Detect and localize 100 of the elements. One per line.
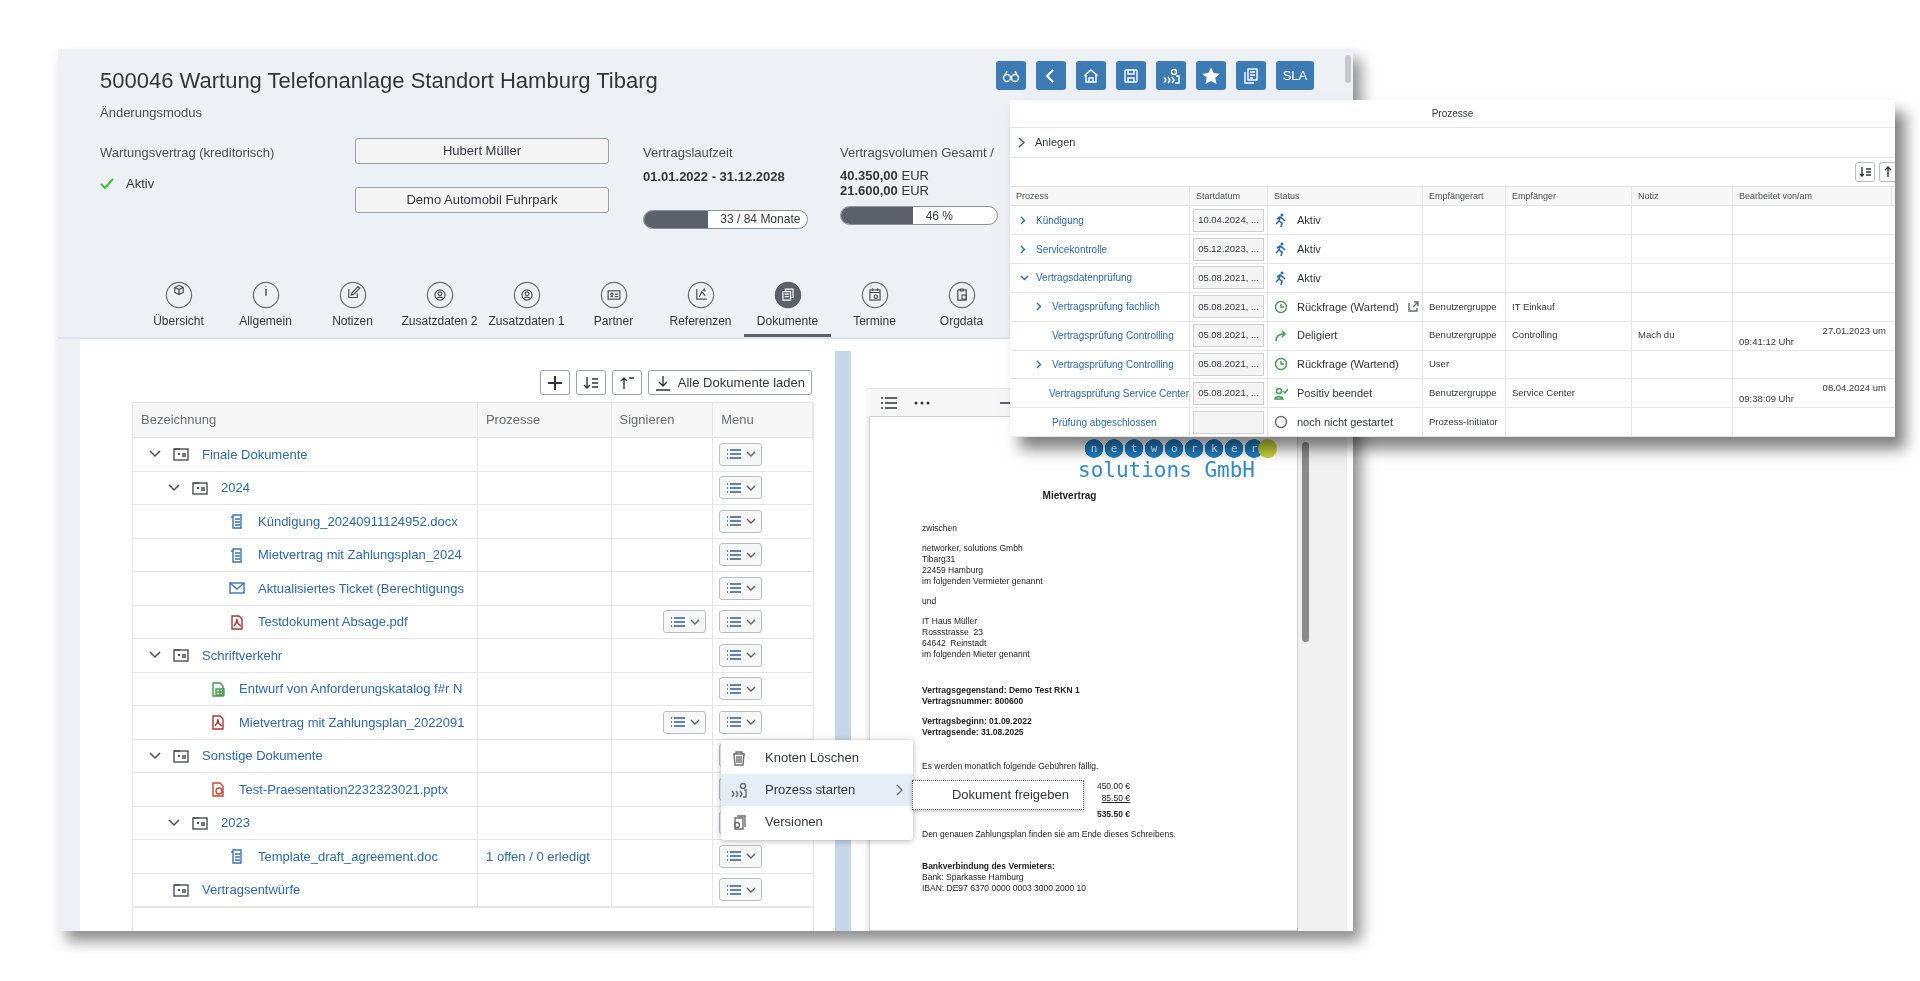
column-header: Menu — [721, 411, 754, 430]
tab[interactable]: Termine — [831, 277, 918, 337]
process-link[interactable]: Vertragsprüfung Controlling — [1052, 356, 1174, 372]
amount-text: 85.50 € — [1101, 793, 1130, 804]
toolbar-button[interactable]: Alle Dokumente laden — [647, 370, 812, 395]
amount-text: 40.350,00 EUR — [840, 168, 930, 183]
toolbar-button[interactable]: SLA — [1276, 61, 1314, 90]
menu-item[interactable]: Versionen — [721, 806, 913, 838]
amount-text: 535.50 € — [1096, 809, 1130, 820]
process-link[interactable]: Vertragsdatenprüfung — [1036, 270, 1133, 286]
field-label: Vertragsvolumen Gesamt / — [840, 143, 995, 162]
table-cell: IT Einkauf — [1512, 299, 1555, 314]
tree-item-link[interactable]: Template_draft_agreement.doc — [258, 846, 438, 866]
tree-item-link[interactable]: Testdokument Absage.pdf — [258, 612, 408, 632]
tab[interactable]: Orgdata — [918, 277, 1005, 337]
table-cell: Benutzergruppe — [1429, 386, 1497, 401]
tree-item-link[interactable]: Schriftverkehr — [202, 645, 283, 665]
status-text: Aktiv — [1297, 241, 1321, 257]
column-header: Prozesse — [485, 411, 541, 430]
table-cell: User — [1429, 357, 1450, 372]
table-cell: Benutzergruppe — [1429, 328, 1497, 343]
status-text: Aktiv — [126, 175, 155, 193]
menu-item[interactable]: Knoten Löschen — [721, 742, 913, 774]
partner-button[interactable]: Demo Automobil Fuhrpark — [355, 186, 609, 213]
tree-item-link[interactable]: Mietvertrag mit Zahlungsplan_2024 — [258, 545, 462, 565]
process-link[interactable]: Vertragsprüfung Service Center — [1048, 385, 1189, 401]
tab[interactable]: Zusatzdaten 1 — [483, 277, 570, 337]
document-text: Vertragsende: 31.08.2025 — [922, 727, 1025, 738]
tab[interactable]: Partner — [570, 277, 657, 337]
status-text: Rückfrage (Wartend) — [1297, 299, 1399, 315]
column-header: Bearbeitet von/am — [1739, 189, 1813, 203]
document-text: IBAN: DE97 6370 0000 0003 3000 2000 10 — [922, 883, 1087, 894]
tab[interactable]: Übersicht — [135, 277, 222, 337]
process-link[interactable]: Kündigung — [1036, 212, 1084, 228]
table-cell: Mach du — [1638, 328, 1675, 343]
partner-button[interactable]: Hubert Müller — [355, 137, 609, 164]
panel-title: Prozesse — [1431, 106, 1474, 121]
expand-section-button[interactable]: Anlegen — [1018, 134, 1076, 151]
tree-item-link[interactable]: 2023 — [221, 813, 250, 833]
date-field[interactable]: 10.04.2024, ... — [1193, 208, 1264, 232]
document-text: Bank: Sparkasse Hamburg — [922, 872, 1025, 883]
submenu-item[interactable]: Dokument freigeben — [913, 781, 1083, 809]
tree-item-link[interactable]: Aktualisiertes Ticket (Berechtigungs — [258, 578, 464, 598]
status-text: Positiv beendet — [1297, 386, 1373, 401]
table-cell: Benutzergruppe — [1429, 299, 1497, 314]
column-header: Status — [1274, 189, 1300, 203]
document-text: zwischen — [922, 523, 958, 534]
table-cell: Service Center — [1512, 386, 1575, 401]
table-cell: 27.01.2023 um — [1822, 324, 1886, 336]
document-text: Vertragsgegenstand: Demo Test RKN 1 — [922, 685, 1081, 696]
document-text: Vertragsnummer: 800600 — [922, 696, 1025, 707]
tree-item-link[interactable]: Test-Praesentation2232323021.pptx — [239, 779, 448, 799]
tree-item-link[interactable]: Kündigung_20240911124952.docx — [258, 511, 458, 531]
status-text: Aktiv — [1297, 270, 1321, 286]
process-link[interactable]: Prüfung abgeschlossen — [1052, 414, 1157, 430]
document-text: Vertragsbeginn: 01.09.2022 — [922, 716, 1033, 727]
process-link[interactable]: Vertragsprüfung fachlich — [1052, 299, 1160, 315]
date-field[interactable]: 05.08.2021, ... — [1193, 324, 1264, 348]
field-label: Wartungsvertrag (kreditorisch) — [100, 143, 276, 162]
tree-item-link[interactable]: Mietvertrag mit Zahlungsplan_2022091 — [239, 712, 465, 732]
tree-item-link[interactable]: Entwurf von Anforderungskatalog f#r N — [239, 679, 463, 699]
status-text: Deligiert — [1297, 328, 1338, 344]
status-text: Aktiv — [1297, 213, 1321, 229]
date-field[interactable]: 05.12.2023, ... — [1193, 237, 1264, 261]
table-cell-text: 09:41:12 Uhr — [1739, 335, 1795, 347]
date-field[interactable]: 05.08.2021, ... — [1193, 295, 1264, 319]
table-cell: Controlling — [1512, 328, 1558, 343]
column-header: Empfänger — [1512, 189, 1557, 203]
date-field[interactable]: 05.08.2021, ... — [1193, 381, 1264, 405]
tree-item-link[interactable]: Sonstige Dokumente — [202, 746, 323, 766]
document-text: im folgenden Mieter genannt — [922, 649, 1031, 660]
page-subtitle: Änderungsmodus — [100, 104, 203, 122]
column-header: Startdatum — [1196, 189, 1241, 203]
document-text: IT Haus Müller — [922, 616, 979, 627]
column-header: Signieren — [619, 411, 675, 430]
tab[interactable]: Zusatzdaten 2 — [396, 277, 483, 337]
process-link[interactable]: Servicekontrolle — [1036, 241, 1108, 257]
tab[interactable]: Notizen — [309, 277, 396, 337]
table-cell: 08.04.2024 um — [1822, 382, 1886, 394]
tree-item-link[interactable]: 2024 — [221, 478, 250, 498]
menu-item[interactable]: Prozess starten — [721, 774, 913, 806]
document-text: im folgenden Vermieter genannt — [922, 576, 1044, 587]
column-header: Notiz — [1638, 189, 1659, 203]
date-field[interactable]: 05.08.2021, ... — [1193, 352, 1264, 376]
logo-subtitle: solutions GmbH — [1078, 458, 1255, 482]
process-count-link[interactable]: 1 offen / 0 erledigt — [486, 846, 590, 866]
tab[interactable]: Referenzen — [657, 277, 744, 337]
document-text: 22459 Hamburg — [922, 565, 984, 576]
tree-item-link[interactable]: Vertragsentwürfe — [202, 880, 301, 900]
date-field[interactable]: 05.08.2021, ... — [1193, 266, 1264, 290]
table-cell-text: Prozess-Initiator — [1429, 414, 1498, 429]
table-cell-text: 09:38:09 Uhr — [1739, 393, 1795, 405]
document-title: Mietvertrag — [1042, 490, 1097, 501]
tab[interactable]: Allgemein — [222, 277, 309, 337]
document-text: und — [922, 596, 938, 607]
document-text: networker, solutions Gmbh — [922, 543, 1024, 554]
column-header: Bezeichnung — [141, 411, 217, 430]
tree-item-link[interactable]: Finale Dokumente — [202, 444, 308, 464]
process-link[interactable]: Vertragsprüfung Controlling — [1052, 328, 1174, 344]
amount-text: 450.00 € — [1096, 781, 1130, 792]
